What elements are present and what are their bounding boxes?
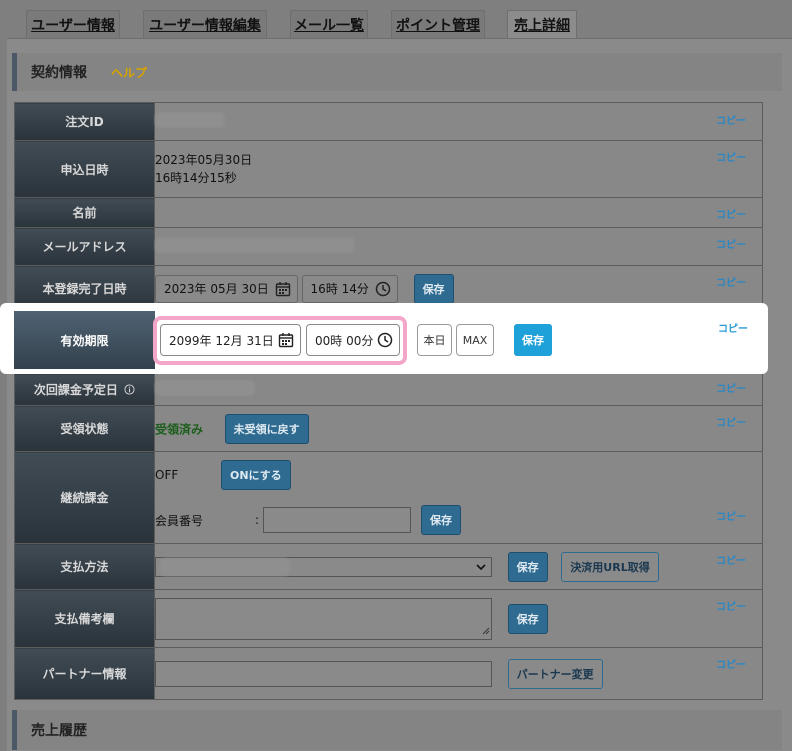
label-applied-at: 申込日時 [14, 140, 155, 198]
label-expiry: 有効期限 [14, 311, 155, 369]
copy-link[interactable]: コピー [716, 380, 746, 395]
info-icon[interactable] [124, 383, 135, 398]
row-next-billing: 次回課金予定日 コピー [14, 373, 763, 406]
row-order-id: 注文ID コピー [14, 102, 763, 141]
calendar-icon[interactable] [278, 332, 294, 348]
row-recurring: 継続課金 OFF ONにする 会員番号 : 保存 コピー [14, 451, 763, 544]
copy-link[interactable]: コピー [716, 508, 746, 523]
payment-method-select[interactable] [155, 556, 492, 577]
label-recurring: 継続課金 [14, 451, 155, 544]
expiry-date-value: 2099年 12月 31日 [169, 333, 274, 348]
mark-unreceived-button[interactable]: 未受領に戻す [224, 413, 309, 444]
row-receipt: 受領状態 受領済み 未受領に戻す コピー [14, 405, 763, 452]
change-partner-button[interactable]: パートナー変更 [507, 658, 603, 689]
label-order-id: 注文ID [14, 102, 155, 141]
member-number-save-button[interactable]: 保存 [421, 505, 461, 535]
row-payment-note: 支払備考欄 保存 コピー [14, 589, 763, 648]
row-applied-at: 申込日時 2023年05月30日 16時14分15秒 コピー [14, 140, 763, 198]
turn-on-button[interactable]: ONにする [221, 460, 291, 490]
expiry-save-button[interactable]: 保存 [514, 324, 552, 356]
label-partner: パートナー情報 [14, 647, 155, 700]
receipt-status: 受領済み [155, 422, 204, 436]
registered-save-button[interactable]: 保存 [413, 273, 454, 304]
applied-date: 2023年05月30日 [155, 153, 253, 167]
section-title: 売上履歴 [31, 723, 87, 739]
recurring-state: OFF [155, 468, 179, 482]
row-email: メールアドレス コピー [14, 227, 763, 266]
registered-date-picker[interactable]: 2023年 05月 30日 [155, 274, 298, 303]
resize-handle-icon[interactable] [482, 624, 490, 638]
member-number-colon: : [255, 513, 260, 527]
copy-link[interactable]: コピー [716, 598, 746, 613]
expiry-time-value: 00時 00分 [315, 333, 374, 348]
copy-link[interactable]: コピー [716, 274, 746, 289]
copy-link[interactable]: コピー [716, 414, 746, 429]
next-billing-value [155, 380, 255, 396]
row-payment: 支払方法 保存 決済用URL取得 コピー [14, 543, 763, 590]
registered-time-value: 16時 14分 [310, 282, 369, 296]
tab-bar: ユーザー情報 ユーザー情報編集 メール一覧 ポイント管理 売上詳細 [0, 0, 792, 38]
payment-save-button[interactable]: 保存 [507, 551, 548, 582]
member-number-label: 会員番号 [155, 513, 204, 528]
row-name: 名前 コピー [14, 197, 763, 228]
payment-note-save-button[interactable]: 保存 [507, 603, 548, 634]
chevron-down-icon [475, 561, 487, 576]
contract-table: 注文ID コピー 申込日時 2023年05月30日 16時14分15秒 コピー … [14, 102, 763, 700]
tab-user-info[interactable]: ユーザー情報 [26, 10, 120, 38]
section-contract-header: 契約情報 ヘルプ [12, 53, 782, 91]
get-payment-url-button[interactable]: 決済用URL取得 [561, 551, 659, 582]
tab-user-edit[interactable]: ユーザー情報編集 [143, 10, 267, 38]
copy-link[interactable]: コピー [716, 112, 746, 127]
applied-time: 16時14分15秒 [155, 171, 237, 185]
label-name: 名前 [14, 197, 155, 228]
copy-link[interactable]: コピー [716, 150, 746, 168]
label-receipt: 受領状態 [14, 405, 155, 452]
clock-icon[interactable] [377, 332, 393, 348]
label-payment-note: 支払備考欄 [14, 589, 155, 648]
copy-link[interactable]: コピー [716, 236, 746, 251]
row-partner: パートナー情報 パートナー変更 コピー [14, 647, 763, 700]
max-button[interactable]: MAX [456, 324, 494, 356]
registered-date-value: 2023年 05月 30日 [164, 282, 269, 296]
registered-time-picker[interactable]: 16時 14分 [301, 274, 398, 303]
tab-mail-list[interactable]: メール一覧 [290, 10, 368, 38]
order-id-value [155, 112, 225, 128]
expiry-date-picker[interactable]: 2099年 12月 31日 [160, 324, 301, 356]
expiry-time-picker[interactable]: 00時 00分 [306, 324, 400, 356]
copy-link[interactable]: コピー [718, 320, 748, 335]
partner-input[interactable] [155, 660, 492, 687]
tab-point-management[interactable]: ポイント管理 [391, 10, 485, 38]
clock-icon[interactable] [375, 281, 391, 297]
tab-sales-detail[interactable]: 売上詳細 [507, 10, 577, 38]
member-number-input[interactable] [263, 507, 411, 533]
copy-link[interactable]: コピー [716, 656, 746, 671]
section-title: 契約情報 [31, 65, 87, 81]
calendar-icon[interactable] [275, 281, 291, 297]
payment-note-textarea[interactable] [155, 597, 492, 640]
section-sales-history-header: 売上履歴 [12, 710, 782, 750]
help-link[interactable]: ヘルプ [111, 64, 147, 81]
email-value [155, 237, 355, 253]
copy-link[interactable]: コピー [716, 206, 746, 221]
label-email: メールアドレス [14, 227, 155, 266]
copy-link[interactable]: コピー [716, 552, 746, 567]
today-button[interactable]: 本日 [417, 324, 452, 356]
label-payment: 支払方法 [14, 543, 155, 590]
label-next-billing: 次回課金予定日 [33, 383, 118, 397]
